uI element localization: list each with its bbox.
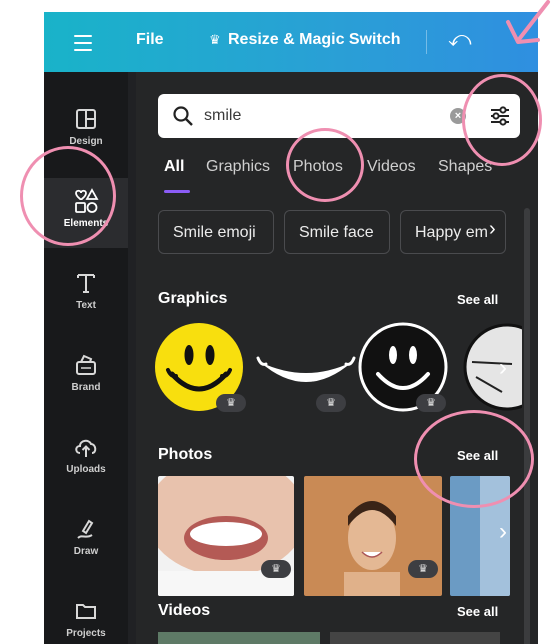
toolbar-divider <box>426 30 427 54</box>
nav-uploads[interactable]: Uploads <box>44 424 128 494</box>
nav-label: Brand <box>71 382 101 393</box>
premium-crown-icon: ♛ <box>416 394 446 412</box>
video-thumbnail[interactable] <box>158 632 320 644</box>
chevron-right-icon[interactable]: › <box>488 514 518 550</box>
search-icon <box>173 106 193 126</box>
nav-label: Text <box>76 300 96 311</box>
file-menu[interactable]: File <box>136 31 164 49</box>
nav-text[interactable]: Text <box>44 260 128 330</box>
folder-icon <box>76 604 96 619</box>
annotation-circle-elements <box>20 146 116 246</box>
crown-icon: ♛ <box>209 32 221 47</box>
cloud-upload-icon <box>75 439 97 457</box>
premium-crown-icon: ♛ <box>261 560 291 578</box>
photo-smile-closeup[interactable] <box>158 476 294 596</box>
chevron-right-icon[interactable]: › <box>488 350 518 386</box>
panel-scrollbar[interactable] <box>524 208 530 644</box>
tab-videos[interactable]: Videos <box>367 158 416 176</box>
annotation-circle-photos-tab <box>286 128 364 202</box>
annotation-arrow <box>506 0 550 44</box>
undo-icon[interactable]: ⤺ <box>448 26 472 52</box>
tab-all[interactable]: All <box>164 158 184 176</box>
nav-label: Design <box>69 136 103 147</box>
photo-smiling-woman[interactable] <box>304 476 442 596</box>
menu-icon[interactable] <box>74 30 92 54</box>
nav-brand[interactable]: Brand <box>44 342 128 412</box>
video-thumbnail[interactable] <box>330 632 500 644</box>
nav-label: Projects <box>66 628 106 639</box>
suggestion-chip[interactable]: Smile face <box>284 210 390 254</box>
brand-kit-icon <box>76 354 96 375</box>
nav-draw[interactable]: Draw <box>44 506 128 576</box>
tab-graphics[interactable]: Graphics <box>206 158 270 176</box>
nav-label: Uploads <box>66 464 106 475</box>
annotation-circle-see-all <box>414 410 534 508</box>
layout-icon <box>76 109 96 129</box>
chevron-right-icon[interactable]: › <box>489 218 496 241</box>
top-toolbar: File ♛ Resize & Magic Switch ⤺ <box>44 12 538 72</box>
nav-label: Draw <box>73 546 99 557</box>
annotation-circle-filter <box>462 74 542 166</box>
text-icon <box>77 274 95 293</box>
resize-magic-switch-button[interactable]: Resize & Magic Switch <box>228 31 401 49</box>
premium-crown-icon: ♛ <box>316 394 346 412</box>
active-tab-indicator <box>164 190 190 193</box>
graphics-section-title: Graphics <box>158 290 228 307</box>
premium-crown-icon: ♛ <box>408 560 438 578</box>
suggestion-chip[interactable]: Smile emoji <box>158 210 274 254</box>
graphics-see-all-link[interactable]: See all <box>457 292 498 307</box>
photos-section-title: Photos <box>158 446 213 463</box>
search-input[interactable]: smile <box>204 107 241 125</box>
videos-section-title: Videos <box>158 602 211 619</box>
premium-crown-icon: ♛ <box>216 394 246 412</box>
pen-icon <box>77 519 94 539</box>
nav-projects[interactable]: Projects <box>44 588 128 644</box>
videos-see-all-link[interactable]: See all <box>457 604 498 619</box>
